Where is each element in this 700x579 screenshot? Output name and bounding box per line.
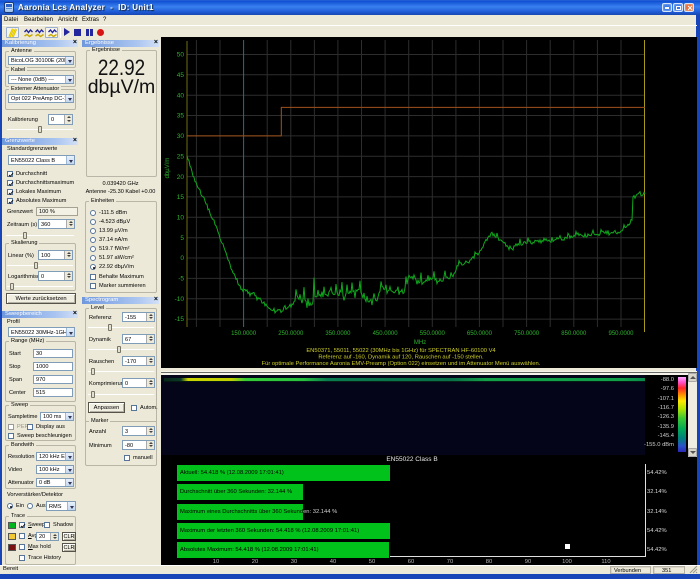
svg-text:15: 15 [177,194,185,201]
svg-text:45: 45 [177,72,185,79]
svg-text:Referenz auf -160, Dynamik auf: Referenz auf -160, Dynamik auf 120, Raus… [318,355,484,361]
svg-text:-15: -15 [175,316,185,323]
svg-text:10: 10 [177,215,185,222]
svg-text:150.0000: 150.0000 [231,331,257,337]
svg-text:dbµV/m: dbµV/m [165,158,171,179]
svg-text:350.0000: 350.0000 [325,331,351,337]
svg-text:0: 0 [180,255,184,262]
svg-text:40: 40 [177,92,185,99]
svg-text:30: 30 [177,133,185,140]
svg-text:MHz: MHz [414,340,426,346]
svg-text:550.0000: 550.0000 [420,331,446,337]
svg-text:450.0000: 450.0000 [373,331,399,337]
svg-text:Für optimale Performance Aaron: Für optimale Performance Aaronia EMV-Pre… [262,361,541,367]
svg-text:850.0000: 850.0000 [561,331,587,337]
svg-text:20: 20 [177,174,185,181]
svg-text:950.0000: 950.0000 [608,331,634,337]
svg-text:5: 5 [180,235,184,242]
svg-text:650.0000: 650.0000 [467,331,493,337]
svg-text:25: 25 [177,154,185,161]
svg-text:-10: -10 [175,296,185,303]
svg-text:35: 35 [177,113,185,120]
svg-text:EN50371, 55011, 55022 (30MHz b: EN50371, 55011, 55022 (30MHz bis 1GHz) f… [306,348,496,354]
svg-text:50: 50 [177,52,185,59]
svg-text:750.0000: 750.0000 [514,331,540,337]
svg-text:-5: -5 [178,276,184,283]
svg-text:250.0000: 250.0000 [278,331,304,337]
